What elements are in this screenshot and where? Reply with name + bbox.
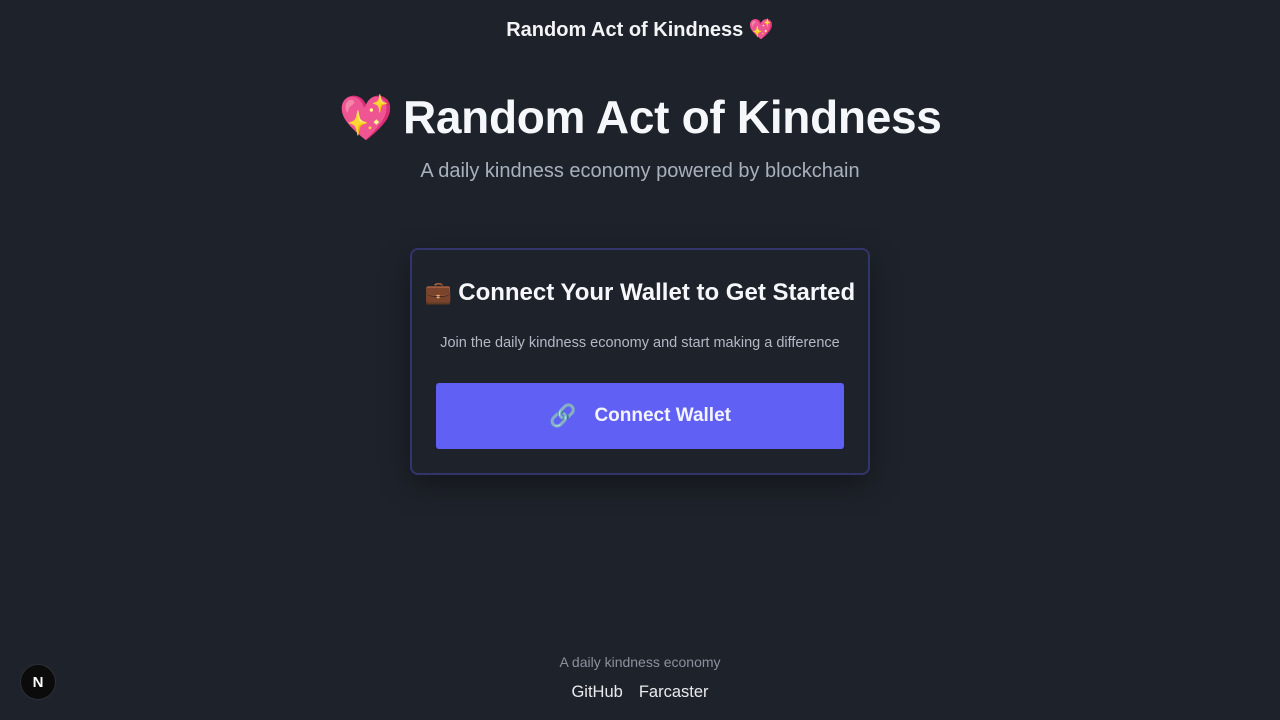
farcaster-link[interactable]: Farcaster (639, 682, 709, 702)
footer-tagline: A daily kindness economy (559, 654, 721, 670)
connect-wallet-label: Connect Wallet (594, 405, 731, 426)
connect-wallet-button[interactable]: 🔗 Connect Wallet (436, 383, 844, 449)
github-link[interactable]: GitHub (571, 682, 622, 702)
connect-wallet-card: 💼 Connect Your Wallet to Get Started Join… (410, 248, 870, 475)
hero-title-text: Random Act of Kindness (402, 91, 942, 143)
app-header-title: Random Act of Kindness 💖 (506, 19, 774, 41)
hero-title: 💖 Random Act of Kindness (0, 88, 1280, 148)
link-icon: 🔗 (549, 403, 577, 428)
page: Random Act of Kindness 💖 💖 Random Act of … (0, 0, 1280, 720)
card-title-text: Connect Your Wallet to Get Started (458, 279, 856, 306)
sparkling-heart-icon: 💖 (338, 94, 393, 143)
footer-links: GitHub Farcaster (0, 682, 1280, 702)
hero-subtitle: A daily kindness economy powered by bloc… (420, 160, 860, 182)
nextjs-dev-badge[interactable]: N (20, 664, 56, 700)
card-title: 💼 Connect Your Wallet to Get Started (412, 278, 868, 308)
briefcase-icon: 💼 (424, 280, 453, 305)
card-description: Join the daily kindness economy and star… (440, 335, 840, 351)
